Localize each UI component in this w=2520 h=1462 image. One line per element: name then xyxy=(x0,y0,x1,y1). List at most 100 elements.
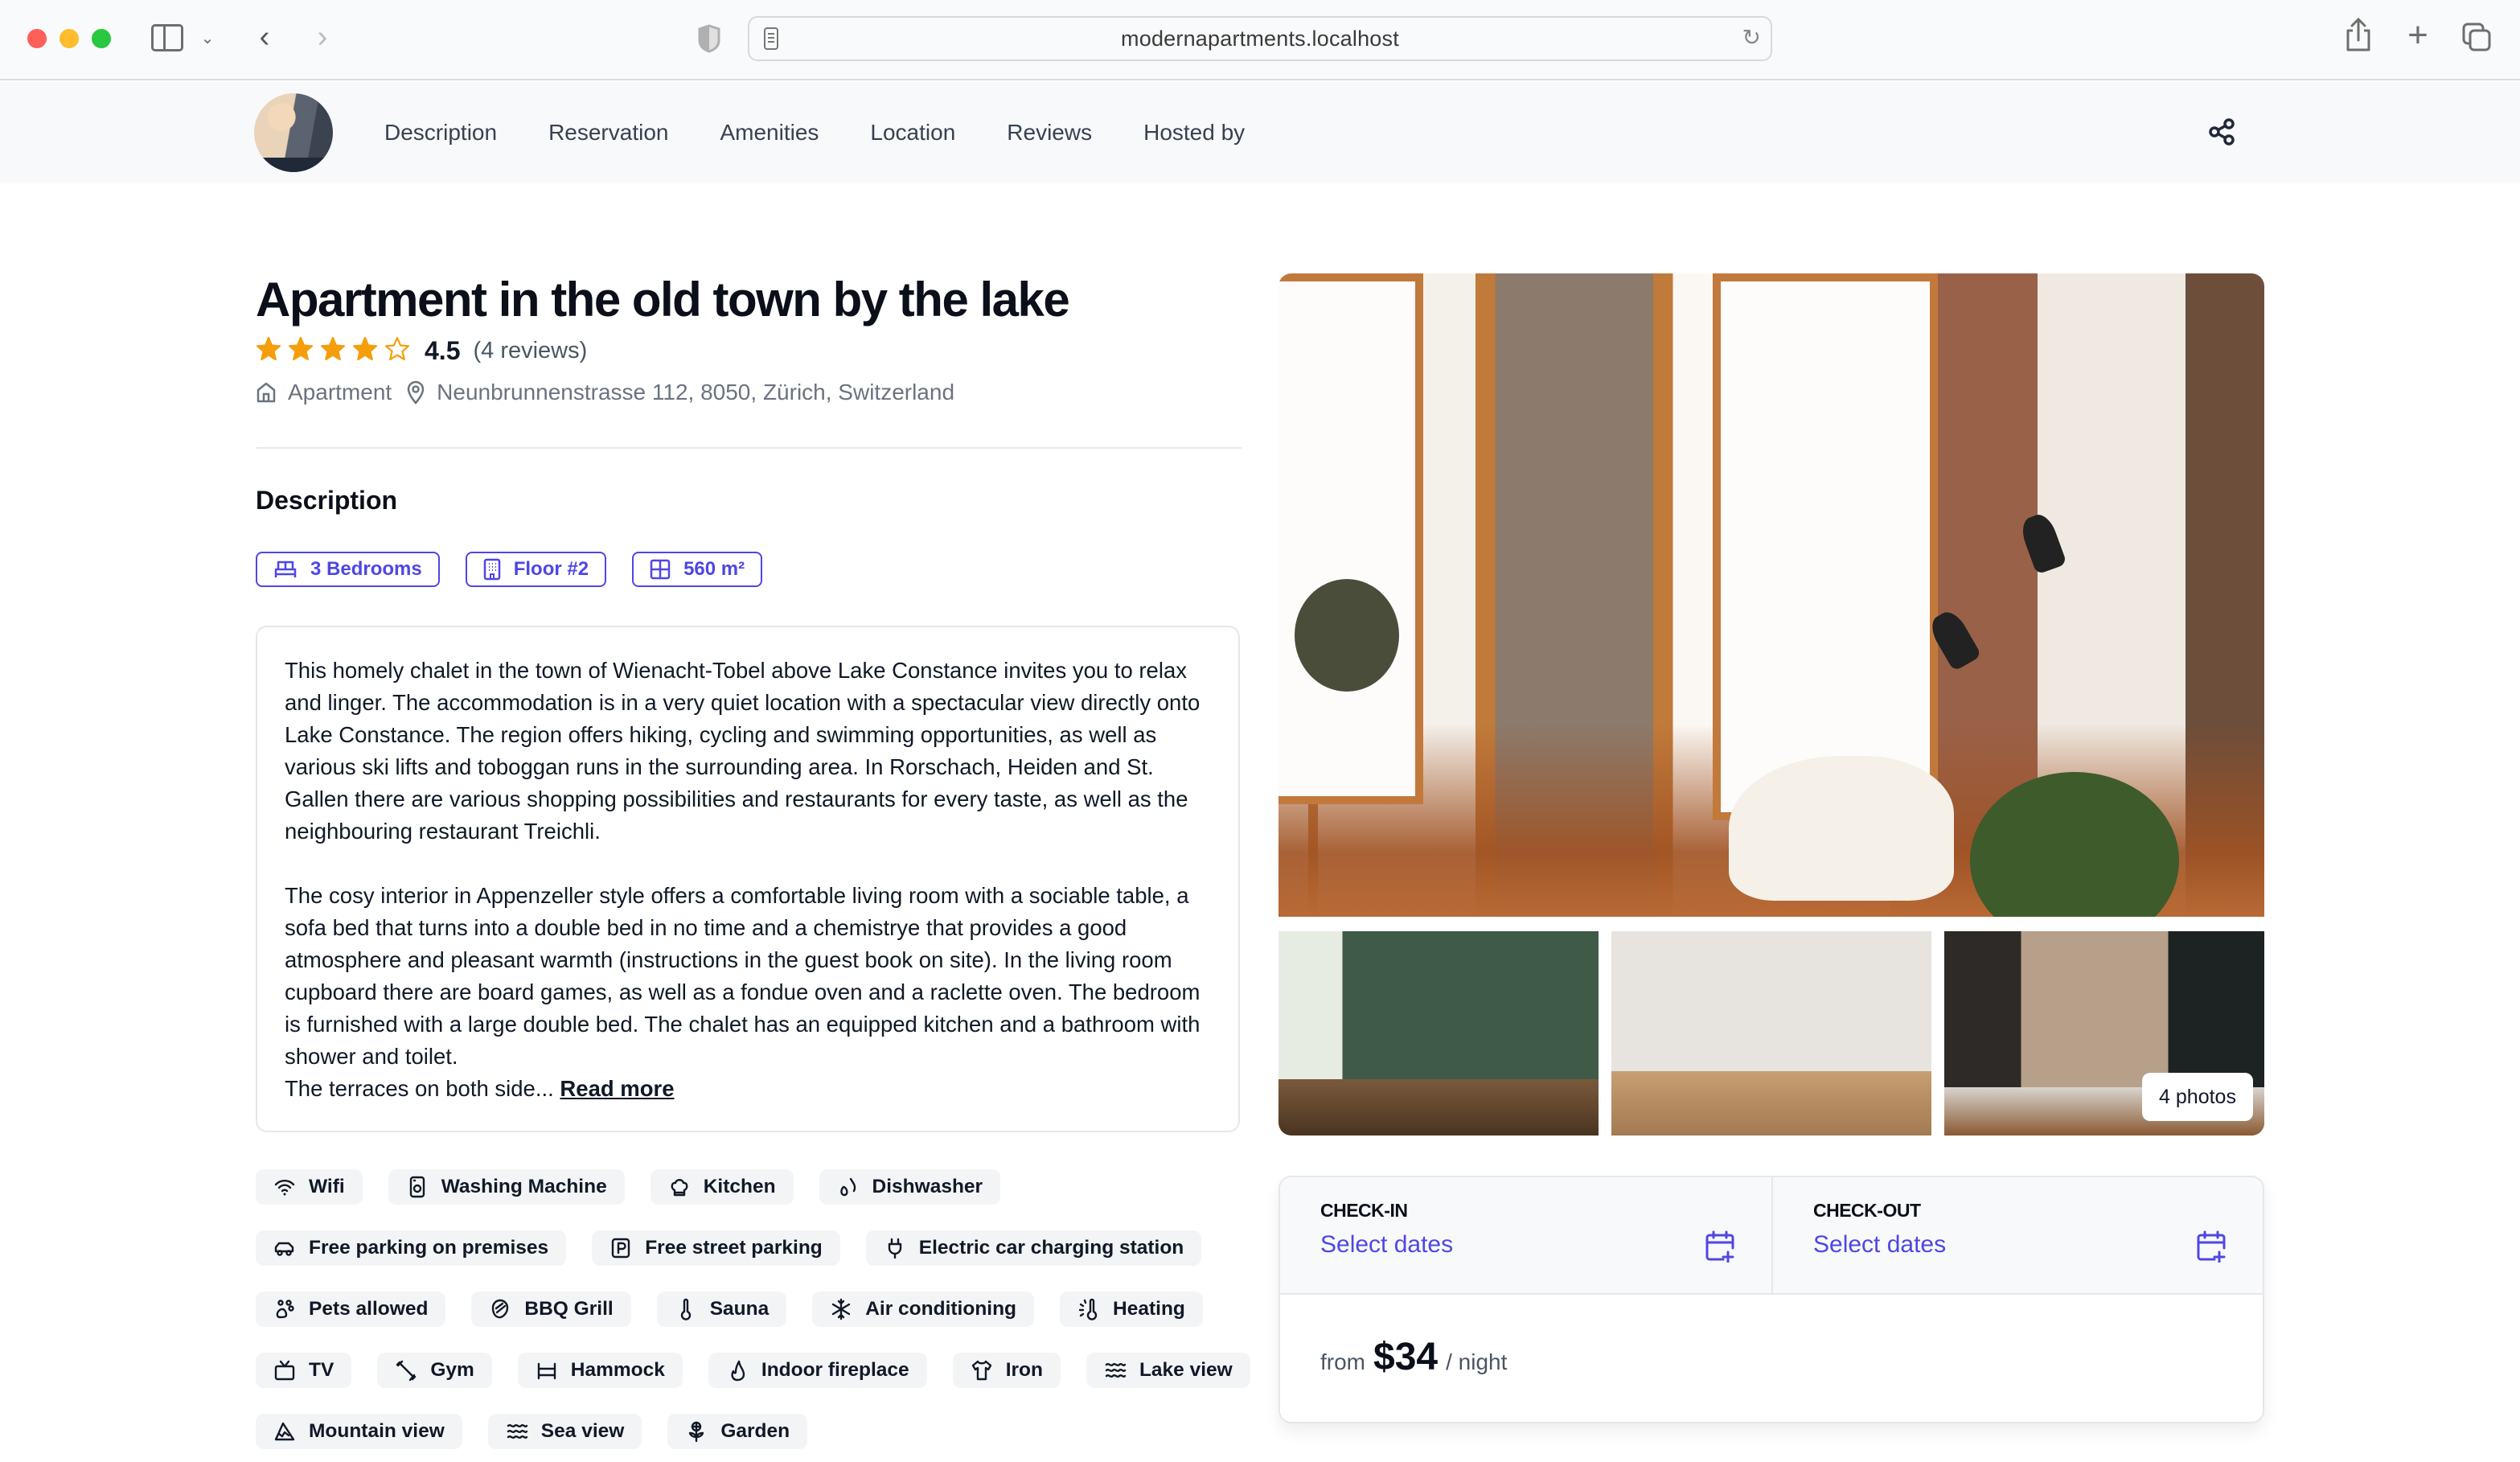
area-badge: 560 m² xyxy=(632,552,763,587)
share-icon[interactable] xyxy=(2345,18,2372,53)
gallery-thumbnail-2[interactable] xyxy=(1611,931,1931,1136)
checkin-field[interactable]: CHECK-IN Select dates xyxy=(1280,1177,1771,1293)
site-navigation: Description Reservation Amenities Locati… xyxy=(0,82,2520,183)
photo-window-detail xyxy=(1278,273,1423,804)
chef-hat-icon xyxy=(668,1176,691,1198)
area-label: 560 m² xyxy=(683,558,745,580)
read-more-link[interactable]: Read more xyxy=(560,1076,674,1101)
amenity-chip: Free street parking xyxy=(592,1230,840,1266)
waves-icon xyxy=(506,1420,528,1443)
back-icon[interactable]: ‹ xyxy=(252,19,277,55)
amenity-chip: Heating xyxy=(1060,1292,1203,1327)
address[interactable]: Neunbrunnenstrasse 112, 8050, Zürich, Sw… xyxy=(437,380,954,405)
area-grid-icon xyxy=(650,559,671,580)
price-prefix: from xyxy=(1320,1349,1365,1374)
nav-hosted-by[interactable]: Hosted by xyxy=(1143,120,1245,146)
nav-reservation[interactable]: Reservation xyxy=(548,120,668,146)
bedrooms-badge: 3 Bedrooms xyxy=(256,552,440,587)
amenity-label: Heating xyxy=(1113,1298,1185,1320)
new-tab-icon[interactable]: + xyxy=(2404,15,2432,55)
amenity-label: Lake view xyxy=(1139,1359,1233,1381)
amenity-chip: TV xyxy=(256,1353,352,1388)
amenity-label: Sauna xyxy=(709,1298,770,1320)
amenity-chip: BBQ Grill xyxy=(471,1292,631,1327)
thermometer-sun-icon xyxy=(1077,1298,1100,1320)
amenity-chip: Hammock xyxy=(517,1353,683,1388)
listing-meta: Apartment Neunbrunnenstrasse 112, 8050, … xyxy=(256,378,954,407)
minimize-window-button[interactable] xyxy=(60,29,79,48)
amenity-label: Washing Machine xyxy=(441,1176,607,1197)
forward-icon[interactable]: › xyxy=(310,19,334,55)
paw-icon xyxy=(273,1298,296,1320)
amenity-label: Air conditioning xyxy=(865,1298,1017,1320)
amenity-chip: Mountain view xyxy=(256,1414,462,1449)
privacy-shield-icon[interactable] xyxy=(698,24,720,53)
tab-overview-icon[interactable] xyxy=(2462,23,2491,51)
amenity-chip: Gym xyxy=(377,1353,492,1388)
fullscreen-window-button[interactable] xyxy=(92,29,111,48)
calendar-plus-icon[interactable] xyxy=(2197,1230,2226,1263)
amenity-chip: Iron xyxy=(952,1353,1061,1388)
property-type: Apartment xyxy=(288,380,392,405)
show-all-photos-button[interactable]: 4 photos xyxy=(2142,1073,2253,1121)
main-photo[interactable] xyxy=(1278,273,2264,917)
bed-icon xyxy=(274,561,297,577)
star-rating xyxy=(256,336,417,366)
close-window-button[interactable] xyxy=(27,29,47,48)
home-icon xyxy=(257,382,276,403)
booking-card: CHECK-IN Select dates CHECK-OUT Select d… xyxy=(1278,1176,2264,1423)
car-icon xyxy=(273,1237,296,1259)
amenities-list: Wifi Washing Machine Kitchen Dishwasher Free… xyxy=(256,1169,1253,1449)
review-count[interactable]: (4 reviews) xyxy=(473,338,587,364)
checkout-value[interactable]: Select dates xyxy=(1813,1231,2222,1259)
reload-icon[interactable]: ↻ xyxy=(1742,24,1761,51)
map-pin-icon xyxy=(407,380,425,405)
photo-chair-detail xyxy=(1729,756,1954,901)
description-card: This homely chalet in the town of Wienac… xyxy=(256,626,1240,1132)
nav-amenities[interactable]: Amenities xyxy=(720,120,819,146)
description-heading: Description xyxy=(256,486,398,515)
star-filled-icon xyxy=(320,336,352,366)
chevron-down-icon[interactable]: ⌄ xyxy=(199,26,215,50)
star-empty-icon xyxy=(384,336,417,366)
building-icon xyxy=(483,558,500,581)
photo-plant-detail xyxy=(1970,772,2179,917)
calendar-plus-icon[interactable] xyxy=(1705,1230,1734,1263)
rating-value: 4.5 xyxy=(425,335,461,365)
feature-badges: 3 Bedrooms Floor #2 560 m² xyxy=(256,552,763,587)
tv-icon xyxy=(273,1359,296,1382)
nav-location[interactable]: Location xyxy=(870,120,955,146)
amenity-label: Pets allowed xyxy=(309,1298,429,1320)
share-listing-button[interactable] xyxy=(2208,117,2237,146)
rating[interactable]: 4.5 (4 reviews) xyxy=(256,336,587,365)
description-paragraph-1: This homely chalet in the town of Wienac… xyxy=(285,658,1200,844)
floor-label: Floor #2 xyxy=(513,558,589,580)
amenity-chip: Kitchen xyxy=(650,1169,794,1205)
washing-machine-icon xyxy=(406,1176,429,1198)
host-avatar[interactable] xyxy=(254,93,333,172)
amenity-label: Electric car charging station xyxy=(918,1237,1184,1259)
nav-description[interactable]: Description xyxy=(384,120,497,146)
grill-icon xyxy=(489,1298,511,1320)
address-bar[interactable]: modernapartments.localhost ↻ xyxy=(748,16,1772,61)
amenity-chip: Sea view xyxy=(487,1414,642,1449)
wifi-icon xyxy=(273,1176,296,1198)
amenity-chip: Electric car charging station xyxy=(865,1230,1202,1266)
sidebar-icon[interactable] xyxy=(151,24,183,51)
nav-reviews[interactable]: Reviews xyxy=(1007,120,1092,146)
photo-lamp-detail xyxy=(2017,511,2067,575)
price-unit: / night xyxy=(1446,1349,1508,1374)
amenity-chip: Indoor fireplace xyxy=(708,1353,927,1388)
amenity-chip: Wifi xyxy=(256,1169,363,1205)
checkin-label: CHECK-IN xyxy=(1320,1200,1408,1221)
droplets-icon xyxy=(837,1176,860,1198)
amenity-label: Wifi xyxy=(309,1176,345,1197)
amenity-chip: Pets allowed xyxy=(256,1292,446,1327)
flame-icon xyxy=(726,1359,749,1382)
checkin-value[interactable]: Select dates xyxy=(1320,1231,1731,1259)
amenity-label: Free street parking xyxy=(645,1237,823,1259)
checkout-field[interactable]: CHECK-OUT Select dates xyxy=(1771,1177,2263,1293)
amenity-label: Indoor fireplace xyxy=(761,1359,909,1381)
amenity-label: Dishwasher xyxy=(872,1176,983,1197)
gallery-thumbnail-1[interactable] xyxy=(1278,931,1599,1136)
